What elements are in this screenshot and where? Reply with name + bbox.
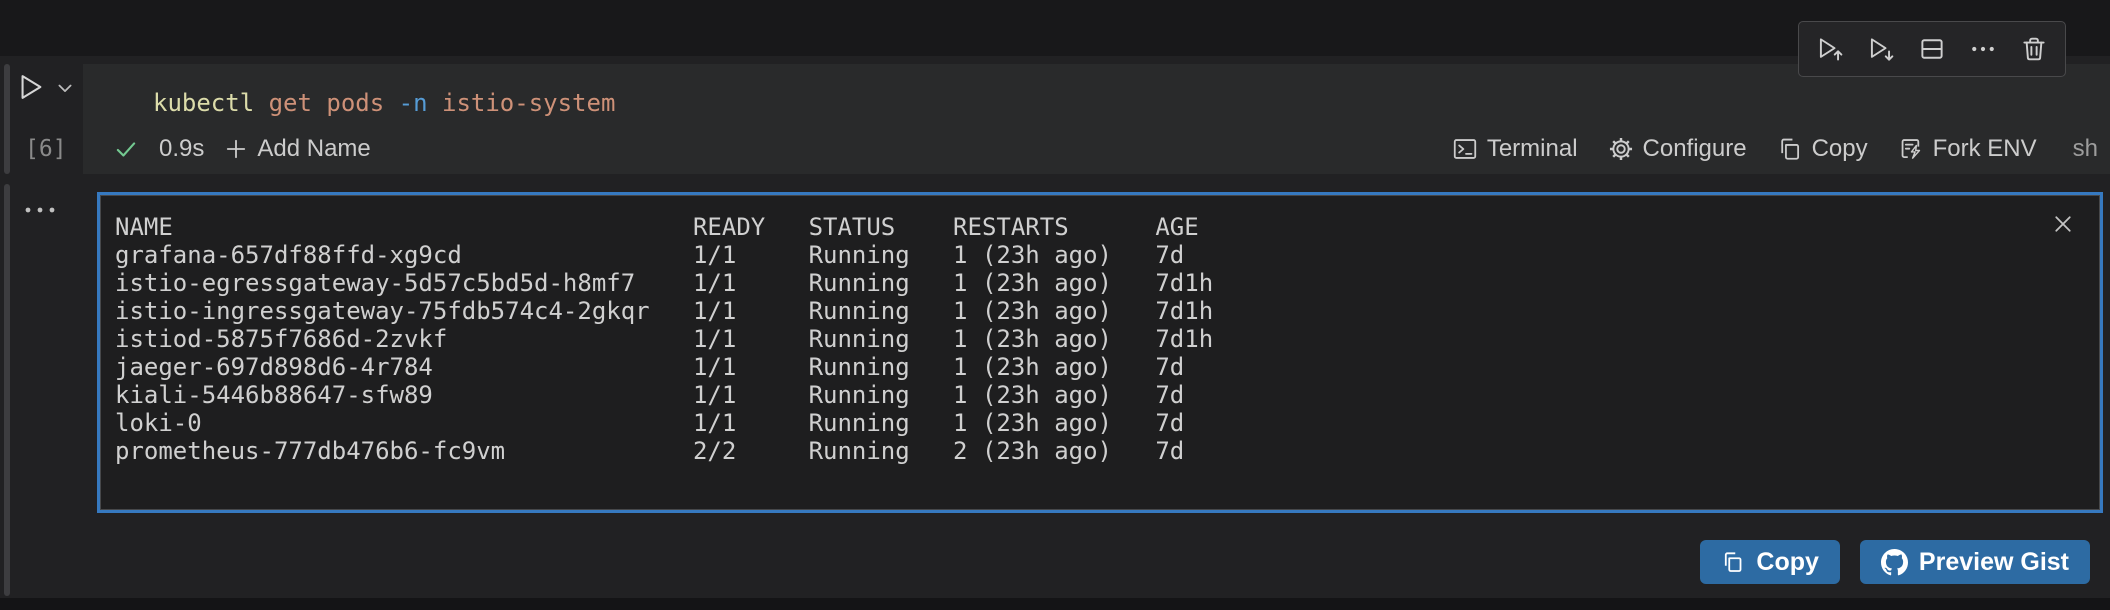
execution-duration: 0.9s xyxy=(159,135,205,162)
close-output-button[interactable] xyxy=(2048,209,2078,239)
close-icon xyxy=(2055,216,2071,232)
github-icon xyxy=(1880,548,1908,575)
cell-output-panel: NAME READY STATUS RESTARTS AGE grafana-6… xyxy=(97,192,2103,513)
more-actions-icon xyxy=(1972,46,1994,52)
add-name-label: Add Name xyxy=(257,135,371,162)
ellipsis-icon xyxy=(25,207,55,213)
play-icon xyxy=(21,75,42,99)
copy-cell-button[interactable]: Copy xyxy=(1777,135,1868,163)
copy-icon xyxy=(1780,138,1799,160)
execute-above-button[interactable] xyxy=(1810,29,1850,69)
fork-env-icon xyxy=(1901,139,1920,159)
output-focus-bar xyxy=(4,184,10,596)
copy-cell-label: Copy xyxy=(1811,135,1868,162)
success-check-icon xyxy=(116,142,136,157)
status-right-group: Terminal Configure Copy Fork ENV sh xyxy=(1452,135,2098,163)
language-selector[interactable]: sh xyxy=(2073,135,2098,163)
top-background-band xyxy=(0,0,2110,56)
code-cell: kubectl get pods -n istio-system 0.9s Ad… xyxy=(83,64,2110,174)
plus-icon xyxy=(227,139,246,159)
copy-output-button[interactable]: Copy xyxy=(1700,540,1840,584)
code-token: kubectl xyxy=(153,89,269,117)
code-token: -n xyxy=(398,89,442,117)
copy-icon xyxy=(1725,552,1742,572)
bottom-background-band xyxy=(0,598,2110,610)
code-token: get pods xyxy=(268,89,399,117)
more-actions-button[interactable] xyxy=(1963,29,2003,69)
run-cell-button[interactable] xyxy=(14,70,48,104)
terminal-icon xyxy=(1453,139,1476,159)
cell-toolbar xyxy=(1798,21,2066,77)
split-cell-button[interactable] xyxy=(1912,29,1952,69)
configure-label: Configure xyxy=(1642,135,1747,162)
cell-status-bar: 0.9s Add Name Terminal Configure Copy Fo… xyxy=(83,128,2110,174)
execution-count: [6] xyxy=(25,136,67,162)
execute-cell-and-below-button[interactable] xyxy=(1861,29,1901,69)
fork-env-label: Fork ENV xyxy=(1932,135,2037,162)
split-cell-icon xyxy=(1921,39,1943,59)
output-footer-actions: Copy Preview Gist xyxy=(1700,540,2090,584)
preview-gist-label: Preview Gist xyxy=(1918,547,2069,576)
output-more-actions-button[interactable] xyxy=(23,200,59,220)
copy-output-label: Copy xyxy=(1756,547,1819,576)
code-command[interactable]: kubectl get pods -n istio-system xyxy=(153,88,615,118)
configure-button[interactable]: Configure xyxy=(1608,135,1747,163)
gear-icon xyxy=(1609,137,1632,161)
notebook-cell-region: [6] kubectl get pods -n istio-system 0.9… xyxy=(0,0,2110,610)
preview-gist-button[interactable]: Preview Gist xyxy=(1859,540,2090,584)
cell-focus-bar xyxy=(4,64,10,174)
run-options-dropdown[interactable] xyxy=(54,78,76,98)
status-left-group: 0.9s Add Name xyxy=(113,135,371,163)
code-token: istio-system xyxy=(442,89,616,117)
chevron-down-icon xyxy=(58,84,72,92)
terminal-label: Terminal xyxy=(1486,135,1578,162)
execute-above-icon xyxy=(1819,38,1843,61)
delete-cell-button[interactable] xyxy=(2014,29,2054,69)
execute-cell-and-below-icon xyxy=(1870,38,1894,61)
add-name-button[interactable]: Add Name xyxy=(224,135,371,163)
terminal-button[interactable]: Terminal xyxy=(1452,135,1578,163)
fork-env-button[interactable]: Fork ENV xyxy=(1898,135,2037,163)
trash-icon xyxy=(2023,37,2045,61)
output-text: NAME READY STATUS RESTARTS AGE grafana-6… xyxy=(115,213,1214,465)
